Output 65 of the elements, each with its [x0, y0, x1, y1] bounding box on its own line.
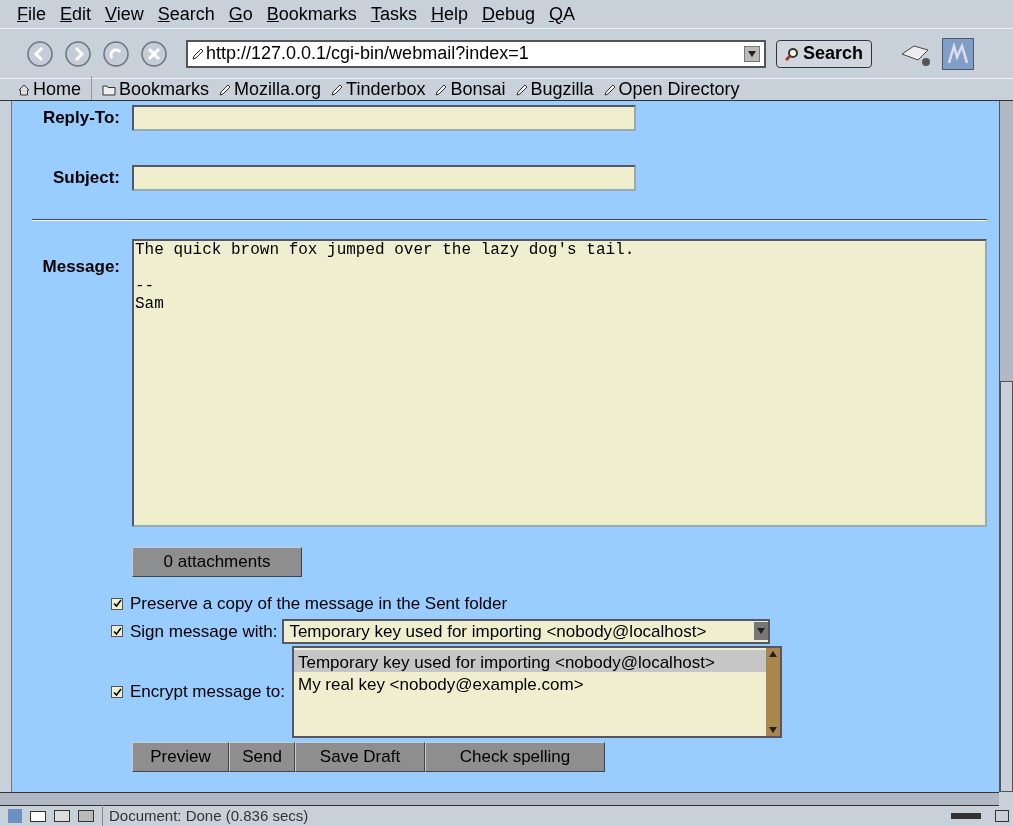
- form-button[interactable]: Preview: [132, 742, 229, 772]
- bookmark-icon: [331, 83, 344, 96]
- dropdown-arrow-icon[interactable]: [748, 50, 756, 57]
- attachments-button[interactable]: 0 attachments: [132, 547, 302, 577]
- menu-item[interactable]: File: [17, 0, 46, 28]
- bookmark-link[interactable]: Bonsai: [435, 76, 506, 103]
- text-field[interactable]: [132, 105, 636, 131]
- bookmark-icon: [219, 83, 232, 96]
- list-option[interactable]: My real key <nobody@example.com>: [293, 672, 766, 694]
- message-textarea[interactable]: The quick brown fox jumped over the lazy dog's tail. -- Sam: [132, 239, 987, 527]
- scroll-up-icon[interactable]: [768, 651, 777, 657]
- checkbox[interactable]: [111, 625, 123, 638]
- search-icon: [785, 46, 799, 61]
- field-label: Message:: [41, 256, 121, 278]
- bookmarks-menu[interactable]: Bookmarks: [102, 76, 210, 103]
- field-label: Subject:: [51, 167, 121, 190]
- form-button[interactable]: Check spelling: [425, 742, 605, 772]
- forward-icon[interactable]: [64, 39, 92, 68]
- bookmark-link[interactable]: Mozilla.org: [219, 76, 322, 103]
- option-label: Preserve a copy of the message in the Sent folder: [130, 593, 508, 615]
- status-text: Document: Done (0.836 secs): [102, 804, 943, 826]
- vertical-scrollbar[interactable]: [999, 101, 1013, 792]
- key-listbox[interactable]: Temporary key used for importing <nobody@localhost> My real key <nobody@example.com>: [291, 646, 782, 738]
- dropdown-button[interactable]: [754, 622, 769, 641]
- menu-item[interactable]: Search: [157, 0, 215, 28]
- mail-icon[interactable]: [30, 810, 46, 822]
- home-icon: [18, 83, 30, 96]
- menu-item[interactable]: View: [105, 0, 144, 28]
- field-label: Reply-To:: [41, 107, 121, 130]
- menu-item[interactable]: Go: [228, 0, 253, 28]
- folder-icon: [102, 83, 116, 96]
- search-button[interactable]: Search: [776, 39, 873, 68]
- stop-icon[interactable]: [140, 39, 168, 68]
- key-select[interactable]: Temporary key used for importing <nobody@localhost>: [282, 618, 771, 644]
- menu-item[interactable]: Debug: [481, 0, 535, 28]
- option-label: Sign message with:: [130, 620, 278, 643]
- dropdown-arrow-icon[interactable]: [757, 628, 766, 635]
- scrollbar[interactable]: [765, 648, 780, 736]
- bookmark-link[interactable]: Tinderbox: [331, 76, 426, 103]
- menu-item[interactable]: Tasks: [370, 0, 417, 28]
- text-field[interactable]: [132, 165, 636, 191]
- list-option[interactable]: Temporary key used for importing <nobody@localhost>: [293, 650, 766, 672]
- mozilla-logo-icon[interactable]: [942, 37, 975, 70]
- menu-item[interactable]: Help: [430, 0, 468, 28]
- menu-item[interactable]: Edit: [60, 0, 92, 28]
- horizontal-scrollbar[interactable]: [0, 792, 999, 806]
- bookmark-icon: [515, 83, 528, 96]
- checkbox[interactable]: [111, 686, 123, 698]
- page-icon: [192, 47, 204, 60]
- bookmark-icon: [435, 83, 448, 96]
- bookmark-link[interactable]: Open Directory: [603, 76, 740, 103]
- menu-item[interactable]: Bookmarks: [266, 0, 357, 28]
- bookmark-icon: [603, 83, 616, 96]
- bookmark-link[interactable]: Bugzilla: [515, 76, 594, 103]
- url-field[interactable]: http://127.0.0.1/cgi-bin/webmail?index=1: [186, 39, 766, 68]
- menu-item[interactable]: QA: [548, 0, 575, 28]
- checkbox[interactable]: [111, 597, 123, 610]
- reload-icon[interactable]: [102, 39, 130, 68]
- url-text: http://127.0.0.1/cgi-bin/webmail?index=1: [206, 42, 530, 65]
- form-button[interactable]: Send: [229, 742, 295, 772]
- dropdown-button[interactable]: [744, 45, 760, 62]
- form-button[interactable]: Save Draft: [295, 742, 425, 772]
- back-icon[interactable]: [26, 39, 54, 68]
- scroll-down-icon[interactable]: [768, 727, 777, 733]
- option-label: Encrypt message to:: [130, 681, 285, 704]
